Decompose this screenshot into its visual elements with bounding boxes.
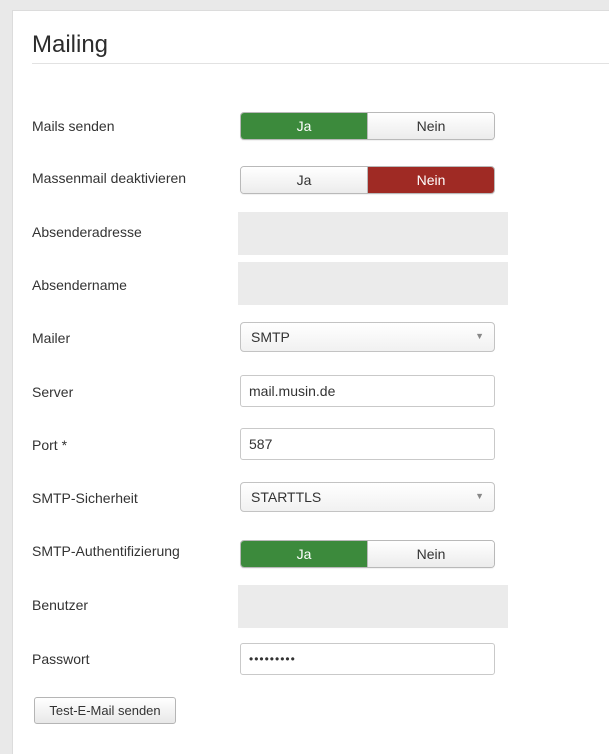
benutzer-label: Benutzer	[32, 597, 89, 613]
mails-senden-yes-button[interactable]: Ja	[241, 113, 367, 139]
smtp-auth-no-button[interactable]: Nein	[367, 541, 494, 567]
test-mail-button[interactable]: Test-E-Mail senden	[34, 697, 176, 724]
mails-senden-toggle: Ja Nein	[240, 112, 495, 140]
smtp-auth-label: SMTP-Authentifizierung	[32, 543, 180, 559]
port-input[interactable]: 587	[240, 428, 495, 460]
server-label: Server	[32, 384, 74, 400]
mails-senden-label: Mails senden	[32, 118, 115, 134]
caret-down-icon: ▼	[475, 491, 484, 501]
mailer-value: SMTP	[251, 329, 290, 345]
smtp-security-label: SMTP-Sicherheit	[32, 490, 138, 506]
massenmail-yes-button[interactable]: Ja	[241, 167, 367, 193]
absenderadresse-field	[238, 212, 508, 255]
smtp-security-select[interactable]: STARTTLS ▼	[240, 482, 495, 512]
passwort-label: Passwort	[32, 651, 90, 667]
massenmail-no-button[interactable]: Nein	[367, 167, 494, 193]
title-divider	[32, 63, 609, 64]
absendername-field	[238, 262, 508, 305]
smtp-auth-yes-button[interactable]: Ja	[241, 541, 367, 567]
server-input[interactable]: mail.musin.de	[240, 375, 495, 407]
massenmail-label: Massenmail deaktivieren	[32, 170, 187, 186]
benutzer-field	[238, 585, 508, 628]
passwort-input[interactable]: •••••••••	[240, 643, 495, 675]
smtp-security-value: STARTTLS	[251, 489, 322, 505]
massenmail-toggle: Ja Nein	[240, 166, 495, 194]
mailer-label: Mailer	[32, 330, 71, 346]
mailer-select[interactable]: SMTP ▼	[240, 322, 495, 352]
caret-down-icon: ▼	[475, 331, 484, 341]
smtp-auth-toggle: Ja Nein	[240, 540, 495, 568]
port-label: Port *	[32, 437, 68, 453]
mails-senden-no-button[interactable]: Nein	[367, 113, 494, 139]
absenderadresse-label: Absenderadresse	[32, 224, 142, 240]
absendername-label: Absendername	[32, 277, 127, 293]
mailing-panel: Mailing Mails senden Ja Nein Massenmail …	[12, 10, 609, 754]
section-title: Mailing	[32, 31, 109, 58]
